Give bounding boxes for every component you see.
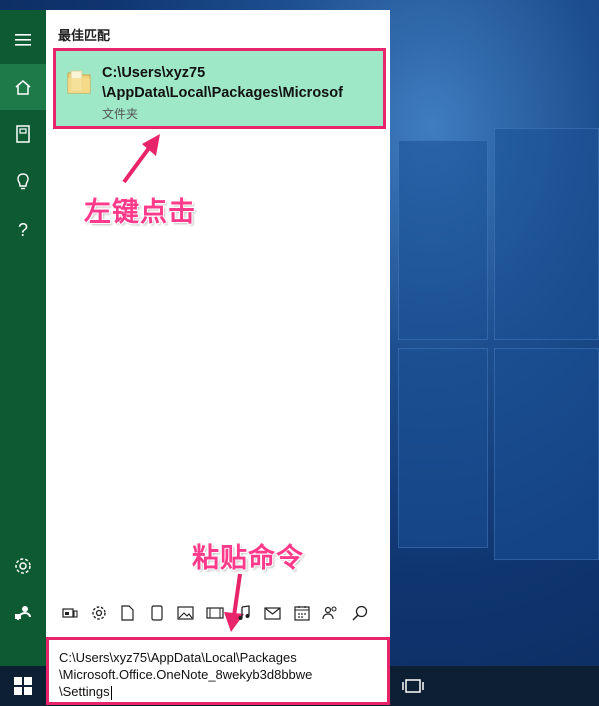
result-title-line1: C:\Users\xyz75 — [102, 65, 206, 81]
tablet-icon[interactable] — [145, 602, 168, 625]
windows-wallpaper-logo — [390, 120, 599, 560]
photo-icon[interactable] — [174, 602, 197, 625]
gear-icon[interactable] — [0, 543, 46, 589]
task-view-icon[interactable] — [398, 672, 428, 700]
help-icon[interactable]: ? — [0, 207, 46, 253]
feedback-icon[interactable] — [0, 590, 46, 636]
notebook-icon[interactable] — [0, 111, 46, 157]
annotation-paste-command: 粘贴命令 — [192, 543, 304, 574]
apps-icon[interactable] — [58, 602, 81, 625]
annotation-left-click: 左键点击 — [84, 197, 196, 228]
windows-logo-icon[interactable] — [0, 666, 46, 706]
settings-icon[interactable] — [87, 602, 110, 625]
lightbulb-icon[interactable] — [0, 159, 46, 205]
start-rail: ? — [0, 10, 46, 666]
home-icon[interactable] — [0, 64, 46, 110]
search-filter-bar — [58, 600, 384, 626]
calendar-icon[interactable] — [290, 602, 313, 625]
best-match-heading: 最佳匹配 — [58, 28, 111, 43]
best-match-result[interactable]: C:\Users\xyz75 \AppData\Local\Packages\M… — [53, 48, 386, 129]
people-icon[interactable] — [319, 602, 342, 625]
document-icon[interactable] — [116, 602, 139, 625]
search-input[interactable]: C:\Users\xyz75\AppData\Local\Packages \M… — [46, 637, 390, 705]
search-text-line1: C:\Users\xyz75\AppData\Local\Packages — [59, 650, 297, 665]
folder-icon — [66, 67, 92, 95]
music-icon[interactable] — [232, 602, 255, 625]
text-caret — [110, 685, 112, 700]
mail-icon[interactable] — [261, 602, 284, 625]
result-type: 文件夹 — [102, 107, 139, 121]
search-text-line3: \Settings — [59, 683, 379, 700]
video-icon[interactable] — [203, 602, 226, 625]
search-text-line3-value: \Settings — [59, 684, 110, 699]
arrow-to-result — [122, 134, 160, 184]
search-text-line2: \Microsoft.Office.OneNote_8wekyb3d8bbwe — [59, 667, 313, 682]
result-title-line2: \AppData\Local\Packages\Microsof — [102, 85, 343, 101]
search-input-text[interactable]: C:\Users\xyz75\AppData\Local\Packages \M… — [59, 649, 379, 700]
result-title: C:\Users\xyz75 \AppData\Local\Packages\M… — [102, 63, 384, 103]
hamburger-icon[interactable] — [0, 17, 46, 63]
search-icon[interactable] — [348, 602, 371, 625]
